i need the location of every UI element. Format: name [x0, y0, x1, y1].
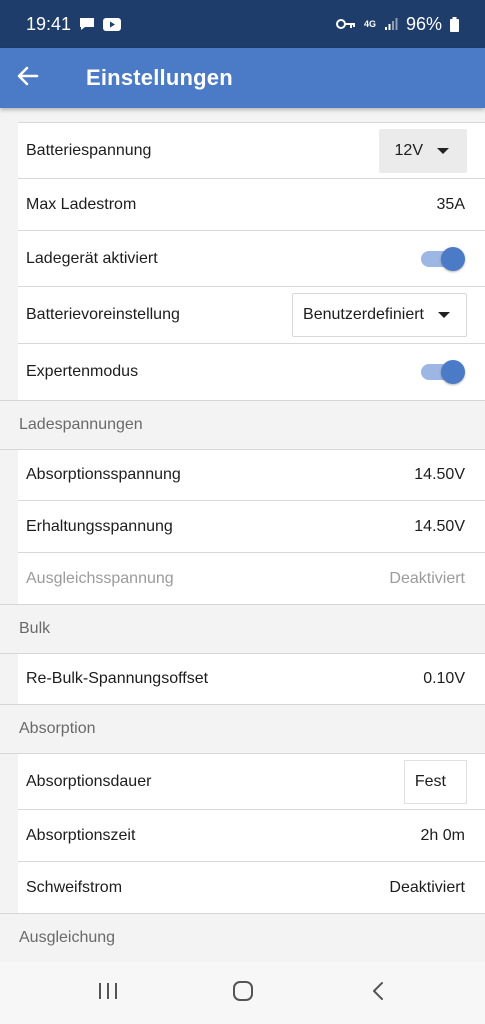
absorption-voltage-value: 14.50V — [414, 466, 465, 483]
equalization-voltage-label: Ausgleichsspannung — [26, 569, 174, 587]
absorption-time-label: Absorptionszeit — [26, 826, 136, 844]
network-type: 4G — [363, 19, 376, 29]
absorption-duration-value: Fest — [414, 772, 446, 790]
tail-current-row[interactable]: Schweifstrom Deaktiviert — [18, 862, 485, 913]
top-spacer — [0, 108, 485, 122]
expert-mode-toggle[interactable] — [419, 360, 465, 384]
recents-icon — [98, 982, 118, 1005]
battery-icon — [450, 16, 459, 32]
battery-voltage-value: 12V — [394, 141, 423, 159]
general-settings-card: Batteriespannung 12V Max Ladestrom 35A L… — [18, 122, 485, 400]
float-voltage-label: Erhaltungsspannung — [26, 517, 173, 535]
status-bar: 19:41 4G 96% — [0, 0, 485, 48]
toggle-thumb — [441, 246, 465, 271]
home-button[interactable] — [213, 969, 273, 1017]
back-button[interactable] — [0, 48, 56, 108]
absorption-time-value: 2h 0m — [420, 826, 465, 844]
tail-current-value: Deaktiviert — [389, 878, 465, 896]
battery-preset-label: Batterievoreinstellung — [26, 306, 180, 323]
home-icon — [232, 980, 254, 1007]
equalization-voltage-row: Ausgleichsspannung Deaktiviert — [18, 553, 485, 604]
rebulk-offset-row[interactable]: Re-Bulk-Spannungsoffset 0.10V — [18, 654, 485, 704]
expert-mode-label: Expertenmodus — [26, 363, 139, 380]
section-header-ladespannungen: Ladespannungen — [0, 400, 485, 450]
battery-voltage-row: Batteriespannung 12V — [18, 123, 485, 179]
battery-percent: 96% — [405, 13, 442, 34]
charger-enabled-toggle[interactable] — [419, 246, 465, 271]
battery-preset-value: Benutzerdefiniert — [303, 306, 424, 323]
status-right: 4G 96% — [335, 13, 459, 35]
app-bar: Einstellungen — [0, 48, 485, 108]
page-title: Einstellungen — [86, 65, 233, 90]
message-icon — [79, 17, 95, 31]
expert-mode-row: Expertenmodus — [18, 344, 485, 400]
absorption-voltage-label: Absorptionsspannung — [26, 466, 181, 483]
rebulk-offset-label: Re-Bulk-Spannungsoffset — [26, 670, 209, 687]
bulk-card: Re-Bulk-Spannungsoffset 0.10V — [18, 654, 485, 704]
absorption-duration-select[interactable]: Fest — [403, 759, 467, 804]
float-voltage-row[interactable]: Erhaltungsspannung 14.50V — [18, 501, 485, 553]
battery-voltage-label: Batteriespannung — [26, 141, 152, 159]
section-header-bulk: Bulk — [0, 604, 485, 654]
section-header-ausgleichung: Ausgleichung — [0, 913, 485, 962]
caret-down-icon — [437, 147, 449, 154]
key-icon — [335, 18, 356, 30]
absorption-duration-row: Absorptionsdauer Fest — [18, 754, 485, 810]
absorption-voltage-row[interactable]: Absorptionsspannung 14.50V — [18, 450, 485, 501]
charger-enabled-row: Ladegerät aktiviert — [18, 231, 485, 287]
status-time: 19:41 — [26, 13, 72, 34]
tail-current-label: Schweifstrom — [26, 878, 123, 896]
float-voltage-value: 14.50V — [414, 517, 465, 535]
battery-voltage-dropdown[interactable]: 12V — [378, 128, 467, 173]
absorption-card: Absorptionsdauer Fest Absorptionszeit 2h… — [18, 754, 485, 913]
recents-button[interactable] — [78, 969, 138, 1017]
max-charge-current-row[interactable]: Max Ladestrom 35A — [18, 179, 485, 231]
rebulk-offset-value: 0.10V — [423, 670, 465, 687]
charger-enabled-label: Ladegerät aktiviert — [26, 249, 158, 267]
status-left: 19:41 — [26, 13, 122, 35]
settings-list[interactable]: Batteriespannung 12V Max Ladestrom 35A L… — [0, 108, 485, 962]
absorption-time-row[interactable]: Absorptionszeit 2h 0m — [18, 810, 485, 862]
battery-preset-dropdown[interactable]: Benutzerdefiniert — [292, 293, 467, 337]
battery-preset-row: Batterievoreinstellung Benutzerdefiniert — [18, 287, 485, 344]
toggle-thumb — [441, 360, 465, 384]
charge-voltages-card: Absorptionsspannung 14.50V Erhaltungsspa… — [18, 450, 485, 604]
section-header-absorption: Absorption — [0, 704, 485, 754]
signal-icon — [384, 17, 398, 31]
max-charge-current-label: Max Ladestrom — [26, 195, 137, 213]
max-charge-current-value: 35A — [436, 195, 465, 213]
arrow-left-icon — [17, 66, 39, 91]
caret-down-icon — [438, 312, 450, 318]
equalization-voltage-value: Deaktiviert — [389, 569, 465, 587]
absorption-duration-label: Absorptionsdauer — [26, 772, 152, 790]
nav-back-button[interactable] — [348, 969, 408, 1017]
youtube-icon — [103, 17, 122, 31]
system-nav-bar — [0, 962, 485, 1024]
chevron-left-icon — [371, 981, 385, 1006]
